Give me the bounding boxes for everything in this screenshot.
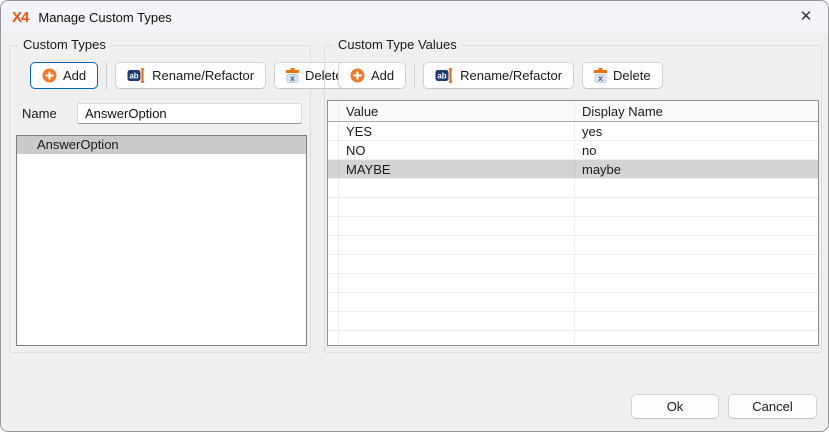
table-row[interactable]: YES yes: [328, 122, 818, 141]
delete-value-label: Delete: [613, 68, 651, 83]
types-list-item[interactable]: AnswerOption: [17, 136, 306, 154]
custom-type-values-group-title: Custom Type Values: [333, 37, 462, 52]
svg-text:ab: ab: [437, 72, 446, 81]
types-list[interactable]: AnswerOption: [16, 135, 307, 346]
custom-type-values-toolbar: Add ab Rename/Refactor x: [338, 62, 663, 89]
add-value-button[interactable]: Add: [338, 62, 406, 89]
table-row-empty: [328, 312, 818, 331]
rename-type-button[interactable]: ab Rename/Refactor: [115, 62, 266, 89]
column-header-display-name[interactable]: Display Name: [575, 101, 818, 121]
column-header-value[interactable]: Value: [339, 101, 575, 121]
table-row[interactable]: NO no: [328, 141, 818, 160]
cell-display-name[interactable]: no: [575, 141, 818, 159]
cell-display-name[interactable]: yes: [575, 122, 818, 140]
table-row-empty: [328, 179, 818, 198]
titlebar: X4 Manage Custom Types ✕: [1, 1, 828, 33]
toolbar-separator: [106, 63, 107, 89]
cell-value[interactable]: MAYBE: [339, 160, 575, 178]
rename-value-button[interactable]: ab Rename/Refactor: [423, 62, 574, 89]
svg-text:x: x: [290, 73, 295, 83]
custom-type-values-group: Custom Type Values Add ab Rename/Refac: [324, 45, 822, 353]
table-row-empty: [328, 236, 818, 255]
cell-value[interactable]: YES: [339, 122, 575, 140]
toolbar-separator: [414, 63, 415, 89]
delete-value-button[interactable]: x Delete: [582, 62, 663, 89]
svg-text:ab: ab: [129, 72, 138, 81]
rename-type-label: Rename/Refactor: [152, 68, 254, 83]
custom-types-group-title: Custom Types: [18, 37, 111, 52]
svg-text:x: x: [598, 73, 603, 83]
row-header-column: [328, 101, 339, 121]
rename-icon: ab: [435, 68, 454, 83]
rename-value-label: Rename/Refactor: [460, 68, 562, 83]
custom-types-group: Custom Types Add ab Rename/Refactor: [9, 45, 311, 353]
table-row-empty: [328, 274, 818, 293]
add-type-button[interactable]: Add: [30, 62, 98, 89]
delete-icon: x: [286, 68, 299, 83]
values-table-header: Value Display Name: [328, 101, 818, 122]
name-label: Name: [22, 106, 57, 121]
table-row-empty: [328, 293, 818, 312]
cell-display-name[interactable]: maybe: [575, 160, 818, 178]
delete-icon: x: [594, 68, 607, 83]
name-row: Name: [22, 103, 300, 124]
table-row-empty: [328, 198, 818, 217]
row-selector[interactable]: [328, 122, 339, 140]
table-row-empty: [328, 217, 818, 236]
table-row[interactable]: MAYBE maybe: [328, 160, 818, 179]
add-icon: [350, 68, 365, 83]
row-selector[interactable]: [328, 141, 339, 159]
app-logo-icon: X4: [12, 9, 28, 26]
custom-types-toolbar: Add ab Rename/Refactor x: [30, 62, 355, 89]
table-row-empty: [328, 255, 818, 274]
close-button[interactable]: ✕: [784, 1, 828, 33]
rename-icon: ab: [127, 68, 146, 83]
add-icon: [42, 68, 57, 83]
cell-value[interactable]: NO: [339, 141, 575, 159]
row-selector[interactable]: [328, 160, 339, 178]
table-row-empty: [328, 331, 818, 346]
manage-custom-types-dialog: X4 Manage Custom Types ✕ Custom Types Ad…: [0, 0, 829, 432]
cancel-button[interactable]: Cancel: [728, 394, 817, 419]
add-type-label: Add: [63, 68, 86, 83]
values-table: Value Display Name YES yes NO no MAYBE m…: [327, 100, 819, 346]
type-name-input[interactable]: [77, 103, 302, 124]
window-title: Manage Custom Types: [38, 10, 171, 25]
ok-button[interactable]: Ok: [631, 394, 719, 419]
add-value-label: Add: [371, 68, 394, 83]
